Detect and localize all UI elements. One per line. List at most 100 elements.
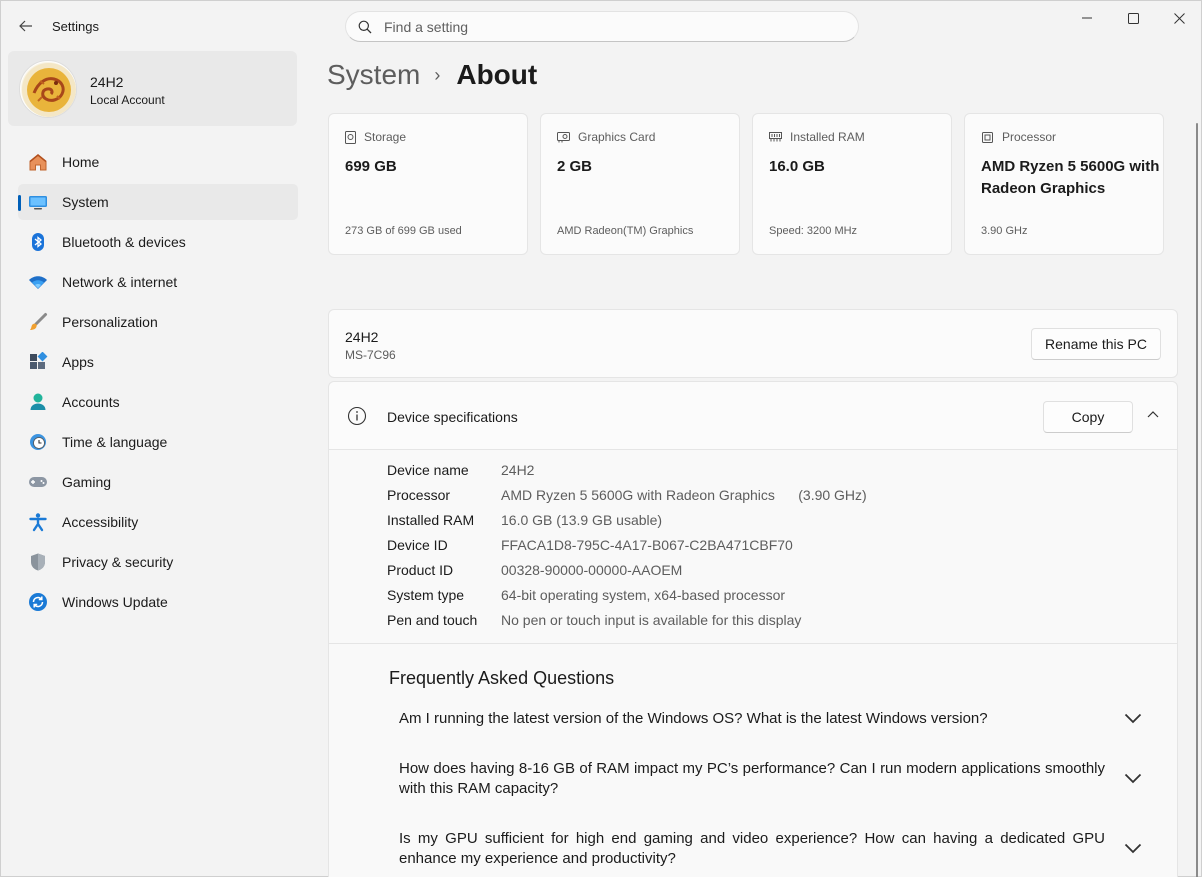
spec-key: Installed RAM	[387, 512, 475, 528]
sidebar-item-label: Apps	[62, 354, 94, 370]
graphics-card[interactable]: Graphics Card 2 GB AMD Radeon(TM) Graphi…	[540, 113, 740, 255]
info-icon	[347, 406, 367, 426]
spec-value: 64-bit operating system, x64-based proce…	[501, 587, 786, 603]
scrollbar[interactable]	[1196, 123, 1198, 877]
avatar	[19, 60, 77, 118]
spec-value: 16.0 GB (13.9 GB usable)	[501, 512, 663, 528]
spec-row: Product ID 00328-90000-00000-AAOEM	[387, 561, 867, 586]
spec-row: Processor AMD Ryzen 5 5600G with Radeon …	[387, 486, 867, 511]
shield-icon	[28, 552, 48, 572]
card-detail: AMD Radeon(TM) Graphics	[557, 225, 694, 237]
card-detail: Speed: 3200 MHz	[769, 225, 858, 237]
gpu-icon	[557, 131, 570, 142]
processor-card[interactable]: Processor AMD Ryzen 5 5600G with Radeon …	[964, 113, 1164, 255]
spec-key: Device ID	[387, 537, 448, 553]
back-button[interactable]	[13, 13, 39, 39]
sidebar-item-label: Network & internet	[62, 274, 178, 290]
sidebar-item-label: Time & language	[62, 434, 168, 450]
card-label: Processor	[1002, 130, 1057, 144]
device-specifications-header[interactable]: Device specifications Copy	[329, 382, 1177, 450]
ram-card[interactable]: Installed RAM 16.0 GB Speed: 3200 MHz	[752, 113, 952, 255]
system-icon	[28, 192, 48, 212]
spec-key: System type	[387, 587, 465, 603]
sidebar-item-accounts[interactable]: Accounts	[18, 384, 298, 420]
sidebar-item-label: Personalization	[62, 314, 158, 330]
card-value: AMD Ryzen 5 5600G with Radeon Graphics	[981, 158, 1160, 197]
chevron-up-icon[interactable]	[1147, 410, 1159, 418]
sidebar-item-home[interactable]: Home	[18, 144, 298, 180]
sidebar-item-privacy[interactable]: Privacy & security	[18, 544, 298, 580]
profile-card[interactable]: 24H2 Local Account	[8, 51, 297, 126]
spec-key: Device name	[387, 462, 469, 478]
divider	[329, 643, 1177, 644]
sidebar-item-accessibility[interactable]: Accessibility	[18, 504, 298, 540]
sidebar-item-gaming[interactable]: Gaming	[18, 464, 298, 500]
storage-icon	[345, 130, 356, 144]
faq-question[interactable]: How does having 8-16 GB of RAM impact my…	[399, 759, 1105, 799]
spec-row: Device name 24H2	[387, 461, 867, 486]
chevron-down-icon[interactable]	[1124, 710, 1142, 728]
spec-row: Pen and touch No pen or touch input is a…	[387, 611, 867, 636]
faq-question[interactable]: Is my GPU sufficient for high end gaming…	[399, 829, 1105, 869]
person-icon	[28, 392, 48, 412]
faq-title: Frequently Asked Questions	[389, 668, 615, 688]
card-value: 16.0 GB	[769, 158, 825, 175]
rename-pc-button[interactable]: Rename this PC	[1031, 328, 1161, 360]
faq-question[interactable]: Am I running the latest version of the W…	[399, 709, 1105, 729]
maximize-icon	[1127, 12, 1139, 24]
back-arrow-icon	[19, 20, 32, 32]
settings-window: Settings 24H2 Local Account	[0, 0, 1202, 877]
update-icon	[28, 592, 48, 612]
card-detail: 273 GB of 699 GB used	[345, 225, 462, 237]
profile-name: 24H2	[90, 74, 124, 90]
sidebar-item-apps[interactable]: Apps	[18, 344, 298, 380]
sidebar-item-windows-update[interactable]: Windows Update	[18, 584, 298, 620]
sidebar-item-label: Bluetooth & devices	[62, 234, 186, 250]
spec-value: 00328-90000-00000-AAOEM	[501, 562, 683, 578]
pc-name: 24H2	[345, 329, 379, 345]
card-label: Installed RAM	[790, 130, 865, 144]
card-value: 2 GB	[557, 158, 593, 175]
accessibility-icon	[28, 512, 48, 532]
copy-button[interactable]: Copy	[1043, 401, 1133, 433]
home-icon	[28, 152, 48, 172]
search-box[interactable]	[345, 11, 859, 42]
sidebar-item-time-language[interactable]: Time & language	[18, 424, 298, 460]
sidebar-nav: Home System Bluetooth & devices Network …	[18, 144, 298, 624]
chevron-down-icon[interactable]	[1124, 770, 1142, 788]
sidebar-item-label: Accounts	[62, 394, 120, 410]
sidebar-item-label: Home	[62, 154, 100, 170]
device-specifications-title: Device specifications	[387, 409, 518, 425]
search-icon	[358, 20, 372, 33]
spec-row: Installed RAM 16.0 GB (13.9 GB usable)	[387, 511, 867, 536]
card-label: Storage	[364, 130, 407, 144]
close-button[interactable]	[1156, 1, 1202, 35]
storage-card[interactable]: Storage 699 GB 273 GB of 699 GB used	[328, 113, 528, 255]
chevron-down-icon[interactable]	[1124, 840, 1142, 858]
minimize-icon	[1082, 17, 1092, 19]
clock-globe-icon	[28, 432, 48, 452]
sidebar-item-label: System	[62, 194, 109, 210]
chevron-right-icon: ›	[434, 64, 441, 85]
sidebar-item-personalization[interactable]: Personalization	[18, 304, 298, 340]
sidebar-item-network[interactable]: Network & internet	[18, 264, 298, 300]
ram-icon	[769, 132, 782, 142]
brush-icon	[28, 312, 48, 332]
spec-value: No pen or touch input is available for t…	[501, 612, 802, 628]
minimize-button[interactable]	[1064, 1, 1110, 35]
spec-value: FFACA1D8-795C-4A17-B067-C2BA471CBF70	[501, 537, 793, 553]
card-detail: 3.90 GHz	[981, 225, 1028, 237]
sidebar-item-bluetooth[interactable]: Bluetooth & devices	[18, 224, 298, 260]
maximize-button[interactable]	[1110, 1, 1156, 35]
spec-list: Device name 24H2 Processor AMD Ryzen 5 5…	[387, 461, 867, 636]
device-specifications-panel: Device specifications Copy Device name 2…	[328, 381, 1178, 877]
spec-key: Pen and touch	[387, 612, 478, 628]
breadcrumb-parent[interactable]: System	[327, 59, 420, 91]
spec-row: System type 64-bit operating system, x64…	[387, 586, 867, 611]
sidebar-item-system[interactable]: System	[18, 184, 298, 220]
profile-account-type: Local Account	[90, 93, 165, 107]
search-input[interactable]	[384, 18, 824, 35]
close-icon	[1173, 12, 1185, 24]
card-label: Graphics Card	[578, 130, 656, 144]
app-title: Settings	[52, 19, 99, 34]
